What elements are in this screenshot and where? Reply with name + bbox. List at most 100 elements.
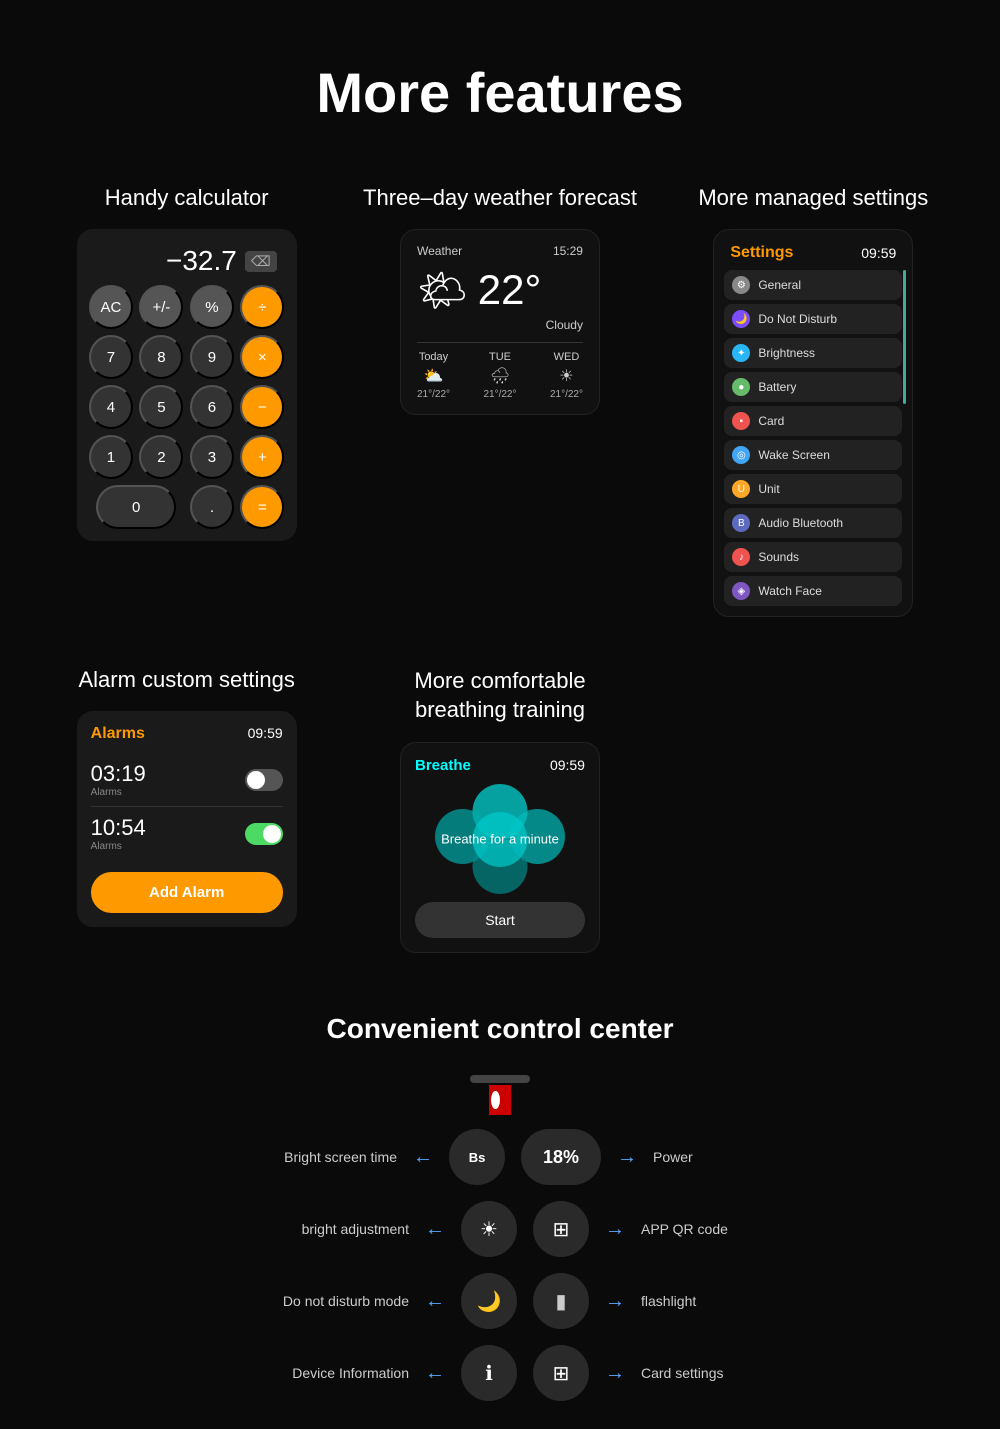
- weather-section: Three–day weather forecast Weather 15:29…: [353, 185, 646, 415]
- settings-item-unit[interactable]: U Unit: [724, 474, 902, 504]
- ctrl-sun-button[interactable]: ☀: [461, 1201, 517, 1257]
- control-row-3: Do not disturb mode ← 🌙 ▮ → flashlight: [239, 1273, 761, 1329]
- calc-7[interactable]: 7: [89, 335, 133, 379]
- settings-label-sounds: Sounds: [758, 550, 799, 564]
- ctrl-qr-button[interactable]: ⊞: [533, 1201, 589, 1257]
- settings-item-general[interactable]: ⚙ General: [724, 270, 902, 300]
- calc-6[interactable]: 6: [190, 385, 234, 429]
- breathe-widget: Breathe 09:59 Breathe for a minute Start: [400, 742, 600, 953]
- settings-label: More managed settings: [698, 185, 928, 211]
- ctrl-qr-label: APP QR code: [641, 1221, 761, 1237]
- ctrl-card-settings-button[interactable]: ⊞: [533, 1345, 589, 1401]
- control-center: Bright screen time ← Bs 18% → Power brig…: [40, 1075, 960, 1409]
- settings-item-brightness[interactable]: ✦ Brightness: [724, 338, 902, 368]
- forecast-wed-label: WED: [550, 351, 583, 363]
- settings-label-bluetooth: Audio Bluetooth: [758, 516, 843, 530]
- settings-widget: Settings 09:59 ⚙ General 🌙 Do Not Distur…: [713, 229, 913, 617]
- alarm-item-2: 10:54 Alarms: [91, 807, 283, 860]
- ctrl-power-label: Power: [653, 1149, 773, 1165]
- forecast-tue: TUE 🌧 21°/22°: [483, 351, 516, 400]
- settings-dot-brightness: ✦: [732, 344, 750, 362]
- calc-2[interactable]: 2: [139, 435, 183, 479]
- settings-label-card: Card: [758, 414, 784, 428]
- alarm-1-info: 03:19 Alarms: [91, 761, 146, 798]
- calc-value: −32.7: [166, 245, 237, 277]
- features-row-1: Handy calculator −32.7 ⌫ AC +/- % ÷ 7 8 …: [0, 165, 1000, 637]
- control-center-title: Convenient control center: [40, 1013, 960, 1045]
- settings-label-general: General: [758, 278, 801, 292]
- calc-plusminus[interactable]: +/-: [139, 285, 183, 329]
- ctrl-arrow-left-2: ←: [425, 1218, 445, 1241]
- calc-backspace[interactable]: ⌫: [245, 251, 277, 272]
- weather-label: Three–day weather forecast: [363, 185, 637, 211]
- calculator-label: Handy calculator: [105, 185, 269, 211]
- settings-item-sounds[interactable]: ♪ Sounds: [724, 542, 902, 572]
- watch-flag: [489, 1085, 511, 1115]
- breathe-start-button[interactable]: Start: [415, 902, 585, 938]
- settings-item-watchface[interactable]: ◈ Watch Face: [724, 576, 902, 606]
- calc-1[interactable]: 1: [89, 435, 133, 479]
- ctrl-flashlight-button[interactable]: ▮: [533, 1273, 589, 1329]
- calc-equals[interactable]: =: [240, 485, 284, 529]
- alarm-widget: Alarms 09:59 03:19 Alarms 10:54 Alarms A…: [77, 711, 297, 927]
- settings-label-unit: Unit: [758, 482, 779, 496]
- calc-grid: AC +/- % ÷ 7 8 9 × 4 5 6 − 1 2 3 + 0 . =: [89, 285, 285, 529]
- forecast-tue-label: TUE: [483, 351, 516, 363]
- header: More features: [0, 0, 1000, 165]
- calc-percent[interactable]: %: [190, 285, 234, 329]
- settings-time: 09:59: [861, 245, 896, 261]
- settings-item-wakescreen[interactable]: ◎ Wake Screen: [724, 440, 902, 470]
- calc-plus[interactable]: +: [240, 435, 284, 479]
- alarm-2-label: Alarms: [91, 841, 146, 852]
- calc-divide[interactable]: ÷: [240, 285, 284, 329]
- ctrl-info-button[interactable]: ℹ: [461, 1345, 517, 1401]
- breathe-message: Breathe for a minute: [441, 832, 559, 847]
- calc-display: −32.7 ⌫: [89, 241, 285, 285]
- breathe-label: More comfortablebreathing training: [414, 667, 585, 724]
- alarm-item-1: 03:19 Alarms: [91, 753, 283, 807]
- calc-5[interactable]: 5: [139, 385, 183, 429]
- settings-dot-sounds: ♪: [732, 548, 750, 566]
- settings-item-dnd[interactable]: 🌙 Do Not Disturb: [724, 304, 902, 334]
- calc-8[interactable]: 8: [139, 335, 183, 379]
- add-alarm-button[interactable]: Add Alarm: [91, 872, 283, 913]
- forecast-wed-icon: ☀: [550, 366, 583, 386]
- alarm-2-time: 10:54: [91, 815, 146, 841]
- forecast-wed: WED ☀ 21°/22°: [550, 351, 583, 400]
- alarm-1-toggle[interactable]: [245, 769, 283, 791]
- ctrl-arrow-right-2: →: [605, 1218, 625, 1241]
- ctrl-device-info-label: Device Information: [239, 1365, 409, 1381]
- settings-label-watchface: Watch Face: [758, 584, 822, 598]
- settings-label-wakescreen: Wake Screen: [758, 448, 830, 462]
- calc-minus[interactable]: −: [240, 385, 284, 429]
- calculator-widget: −32.7 ⌫ AC +/- % ÷ 7 8 9 × 4 5 6 − 1 2 3…: [77, 229, 297, 541]
- page-title: More features: [20, 60, 980, 125]
- ctrl-card-settings-label: Card settings: [641, 1365, 761, 1381]
- calc-3[interactable]: 3: [190, 435, 234, 479]
- settings-item-bluetooth[interactable]: B Audio Bluetooth: [724, 508, 902, 538]
- weather-clock: 15:29: [553, 244, 583, 258]
- ctrl-arrow-left-3: ←: [425, 1290, 445, 1313]
- calc-dot[interactable]: .: [190, 485, 234, 529]
- settings-dot-bluetooth: B: [732, 514, 750, 532]
- settings-item-card[interactable]: ▪ Card: [724, 406, 902, 436]
- calc-4[interactable]: 4: [89, 385, 133, 429]
- ctrl-arrow-left-4: ←: [425, 1362, 445, 1385]
- ctrl-bs-button[interactable]: Bs: [449, 1129, 505, 1185]
- calc-0[interactable]: 0: [96, 485, 176, 529]
- settings-item-battery[interactable]: ● Battery: [724, 372, 902, 402]
- calc-multiply[interactable]: ×: [240, 335, 284, 379]
- alarm-title: Alarms: [91, 725, 145, 743]
- calc-ac[interactable]: AC: [89, 285, 133, 329]
- alarm-2-toggle[interactable]: [245, 823, 283, 845]
- ctrl-arrow-right-1: →: [617, 1146, 637, 1169]
- ctrl-moon-button[interactable]: 🌙: [461, 1273, 517, 1329]
- alarm-label: Alarm custom settings: [78, 667, 294, 693]
- features-row-2: Alarm custom settings Alarms 09:59 03:19…: [0, 637, 1000, 973]
- calc-9[interactable]: 9: [190, 335, 234, 379]
- settings-dot-watchface: ◈: [732, 582, 750, 600]
- control-row-1: Bright screen time ← Bs 18% → Power: [227, 1129, 773, 1185]
- settings-dot-general: ⚙: [732, 276, 750, 294]
- breathe-section: More comfortablebreathing training Breat…: [353, 667, 646, 953]
- settings-label-brightness: Brightness: [758, 346, 815, 360]
